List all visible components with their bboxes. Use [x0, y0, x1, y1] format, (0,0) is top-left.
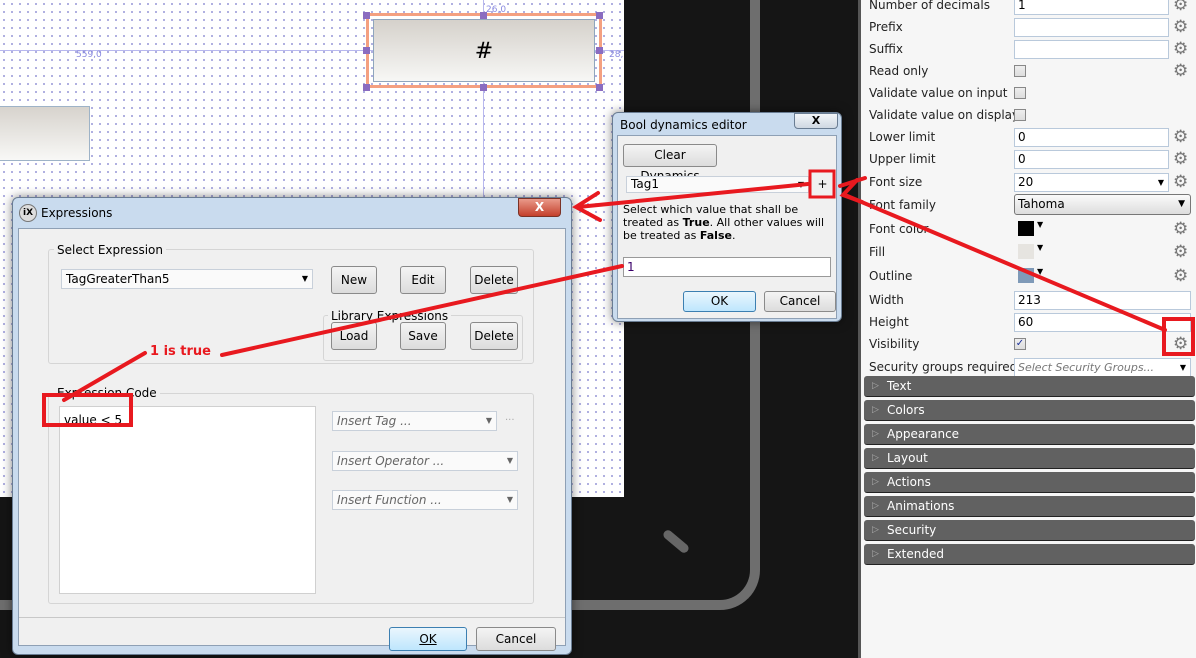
- annotation-arrow: [62, 351, 147, 402]
- annotation-label: 1 is true: [150, 344, 211, 359]
- annotation-arrow: [220, 264, 624, 357]
- annotation-arrow: [576, 182, 810, 209]
- highlight-box: [1162, 317, 1195, 356]
- annotation-overlay: [42, 169, 1195, 427]
- annotation-arrow: [843, 193, 1167, 332]
- highlight-box: [808, 169, 836, 199]
- highlight-box: [42, 393, 133, 427]
